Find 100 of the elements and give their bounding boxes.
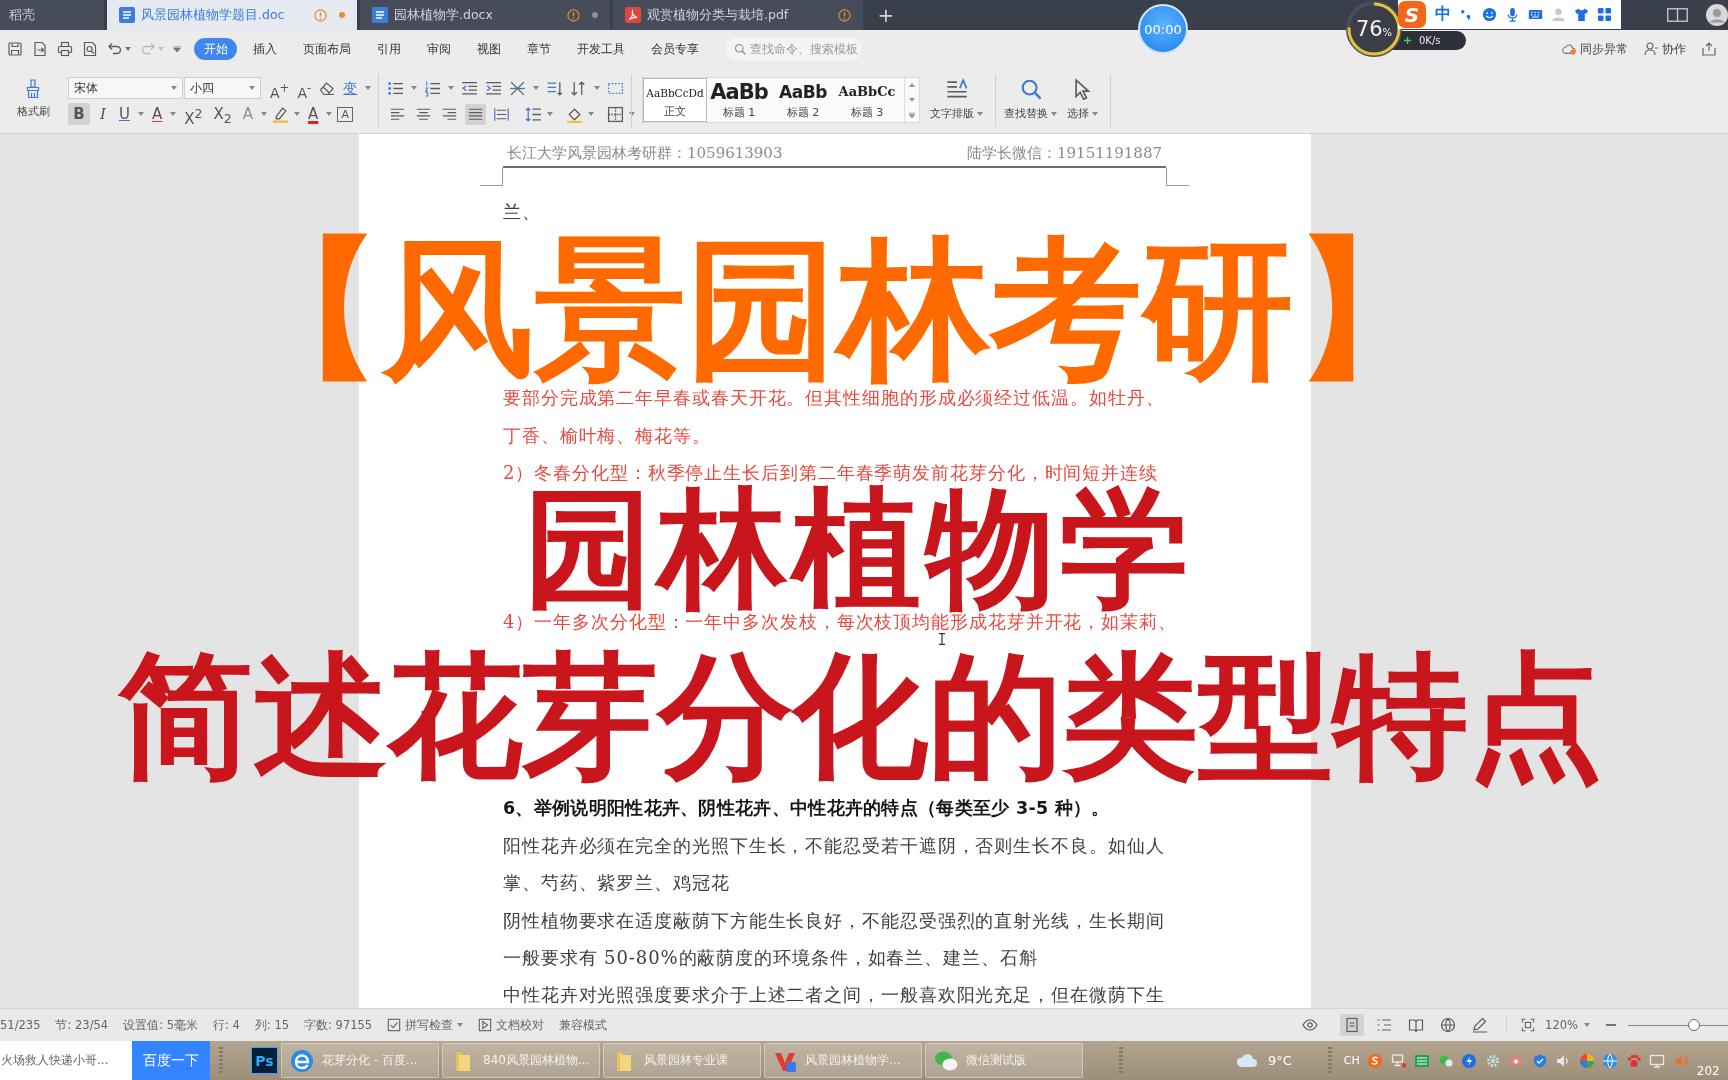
caret-icon[interactable] bbox=[533, 86, 539, 90]
caret-icon[interactable] bbox=[294, 112, 300, 116]
monitor-dot-icon[interactable] bbox=[1390, 1052, 1407, 1069]
caret-icon[interactable] bbox=[594, 86, 600, 90]
menu-tab[interactable]: 开发工具 bbox=[564, 38, 638, 60]
caret-icon[interactable] bbox=[170, 112, 177, 116]
document-tab[interactable]: 稻壳 bbox=[0, 0, 104, 30]
web-search-field[interactable]: 火场救人快递小哥... bbox=[0, 1041, 132, 1080]
command-search-field[interactable]: 查找命令、搜索模板 bbox=[726, 37, 862, 61]
menu-tab[interactable]: 会员专享 bbox=[638, 38, 712, 60]
strikethrough-button[interactable]: A bbox=[149, 103, 166, 125]
microphone-icon[interactable] bbox=[1505, 7, 1520, 22]
font-name-dropdown[interactable]: 宋体 bbox=[68, 77, 183, 99]
find-tool-button[interactable]: 查找替换 bbox=[1004, 68, 1057, 133]
subscript-button[interactable]: X$_{2}$ bbox=[210, 103, 235, 125]
grid-apps-icon[interactable] bbox=[1597, 7, 1612, 22]
text-direction-icon[interactable] bbox=[546, 79, 563, 97]
menu-tab[interactable]: 引用 bbox=[364, 38, 414, 60]
style-option[interactable]: AaBbCcDd 正文 bbox=[643, 78, 707, 122]
avatar-icon[interactable] bbox=[1706, 4, 1728, 26]
lightning-circle-icon[interactable] bbox=[1461, 1052, 1478, 1069]
underline-button[interactable]: U bbox=[116, 103, 133, 125]
smiley-icon[interactable] bbox=[1482, 7, 1497, 22]
decrease-indent-icon[interactable] bbox=[461, 79, 478, 97]
bullet-list-icon[interactable] bbox=[387, 79, 404, 97]
caret-icon[interactable] bbox=[125, 47, 131, 51]
caret-icon[interactable] bbox=[138, 112, 144, 116]
paint-bucket-icon[interactable] bbox=[566, 105, 583, 123]
menu-tab[interactable]: 审阅 bbox=[414, 38, 464, 60]
menu-tab[interactable]: 开始 bbox=[194, 38, 237, 60]
swirl-logo-icon[interactable] bbox=[1367, 1052, 1384, 1069]
shirt-icon[interactable] bbox=[1574, 7, 1589, 22]
caret-icon[interactable] bbox=[365, 86, 372, 90]
character-border-button[interactable]: A bbox=[337, 106, 354, 122]
cloud-icon[interactable] bbox=[1236, 1052, 1258, 1069]
menu-tab[interactable]: 章节 bbox=[514, 38, 564, 60]
collaborate-button[interactable]: 协作 bbox=[1644, 40, 1686, 58]
caret-icon[interactable] bbox=[547, 112, 553, 116]
document-tab[interactable]: 园林植物学.docx bbox=[360, 0, 610, 30]
format-painter-button[interactable]: 格式刷 bbox=[12, 70, 54, 126]
print-icon[interactable] bbox=[57, 41, 73, 57]
search-button[interactable]: 百度一下 bbox=[132, 1041, 210, 1080]
spellcheck-button[interactable]: 拼写检查 bbox=[387, 1017, 464, 1033]
keyboard-icon[interactable] bbox=[1528, 7, 1543, 22]
save-icon[interactable] bbox=[7, 41, 23, 57]
document-tab[interactable]: 风景园林植物学题目.doc bbox=[107, 0, 357, 30]
zoom-out-icon[interactable] bbox=[1606, 1023, 1616, 1027]
font-size-dropdown[interactable]: 小四 bbox=[184, 77, 261, 99]
customize-caret-icon[interactable] bbox=[173, 46, 181, 52]
style-option[interactable]: AaBb 标题 1 bbox=[707, 78, 771, 122]
increase-indent-icon[interactable] bbox=[485, 79, 502, 97]
cross-lines-icon[interactable] bbox=[509, 79, 526, 97]
menu-tab[interactable]: 视图 bbox=[464, 38, 514, 60]
eraser-icon[interactable] bbox=[319, 80, 336, 96]
italic-button[interactable]: I bbox=[95, 103, 111, 125]
undo-icon[interactable] bbox=[107, 41, 123, 57]
font-color-button[interactable]: A bbox=[305, 103, 322, 125]
caret-icon[interactable] bbox=[411, 86, 417, 90]
sync-status-button[interactable]: 同步异常 bbox=[1562, 40, 1628, 58]
style-option[interactable]: AaBbCc 标题 3 bbox=[835, 78, 899, 122]
menu-tab[interactable]: 页面布局 bbox=[290, 38, 364, 60]
scroll-up-icon[interactable] bbox=[908, 82, 916, 89]
numbered-list-icon[interactable] bbox=[424, 79, 441, 97]
page-view-icon[interactable] bbox=[1340, 1014, 1365, 1036]
zoom-slider-thumb[interactable] bbox=[1688, 1019, 1700, 1031]
fit-screen-icon[interactable] bbox=[1521, 1018, 1536, 1032]
menu-tab[interactable]: 插入 bbox=[240, 38, 290, 60]
monitor-icon[interactable] bbox=[1649, 1052, 1666, 1069]
justify-icon[interactable] bbox=[465, 103, 486, 125]
export-icon[interactable] bbox=[32, 41, 48, 57]
input-mode-button[interactable]: 中 bbox=[1435, 4, 1451, 25]
border-grid-icon[interactable] bbox=[607, 105, 624, 123]
expand-gallery-icon[interactable] bbox=[908, 111, 916, 118]
print-preview-icon[interactable] bbox=[82, 41, 98, 57]
pinyin-guide-button[interactable]: 变 bbox=[342, 77, 359, 99]
eye-icon[interactable] bbox=[1302, 1017, 1319, 1033]
style-option[interactable]: AaBb 标题 2 bbox=[771, 78, 835, 122]
pinwheel-icon[interactable] bbox=[1578, 1052, 1595, 1069]
shrink-font-button[interactable]: A$^{-}$ bbox=[296, 77, 313, 99]
proofread-button[interactable]: 文档校对 bbox=[478, 1017, 545, 1033]
layout-tool-button[interactable]: 文字排版 bbox=[930, 68, 983, 133]
superscript-button[interactable]: X$^{2}$ bbox=[181, 103, 206, 125]
caret-icon[interactable] bbox=[261, 112, 267, 116]
scroll-down-icon[interactable] bbox=[908, 97, 916, 103]
globe-circle-icon[interactable] bbox=[1602, 1052, 1619, 1069]
gear-icon[interactable] bbox=[1484, 1052, 1501, 1069]
shield-icon[interactable] bbox=[1531, 1052, 1548, 1069]
caret-icon[interactable] bbox=[448, 86, 454, 90]
document-tab[interactable]: 观赏植物分类与栽培.pdf bbox=[613, 0, 863, 30]
grid-tile-icon[interactable] bbox=[1414, 1052, 1431, 1069]
caret-icon[interactable] bbox=[326, 112, 333, 116]
highlighter-icon[interactable] bbox=[272, 105, 289, 123]
line-spacing-icon[interactable] bbox=[525, 105, 542, 123]
grow-font-button[interactable]: A$^{+}$ bbox=[270, 77, 290, 99]
zoom-level-dropdown[interactable]: 120% bbox=[1545, 1018, 1590, 1032]
bold-button[interactable]: B bbox=[68, 103, 90, 125]
split-view-icon[interactable] bbox=[1667, 8, 1688, 22]
caret-icon[interactable] bbox=[588, 112, 594, 116]
select-tool-button[interactable]: 选择 bbox=[1067, 68, 1098, 133]
sort-icon[interactable] bbox=[570, 79, 587, 97]
